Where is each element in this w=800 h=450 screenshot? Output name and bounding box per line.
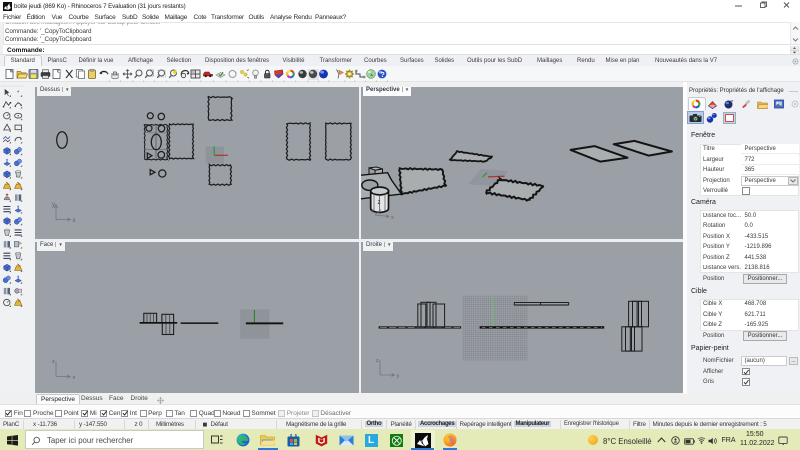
svg-text:z: z bbox=[378, 200, 381, 206]
svg-text:x: x bbox=[391, 215, 394, 221]
svg-text:y: y bbox=[397, 373, 400, 379]
svg-text:z: z bbox=[52, 359, 55, 365]
svg-text:?: ? bbox=[380, 70, 385, 79]
svg-text:y: y bbox=[52, 202, 55, 208]
svg-text:z: z bbox=[376, 358, 379, 364]
svg-text:x: x bbox=[73, 218, 76, 224]
svg-text:y: y bbox=[372, 207, 375, 213]
svg-text:x: x bbox=[73, 375, 76, 381]
